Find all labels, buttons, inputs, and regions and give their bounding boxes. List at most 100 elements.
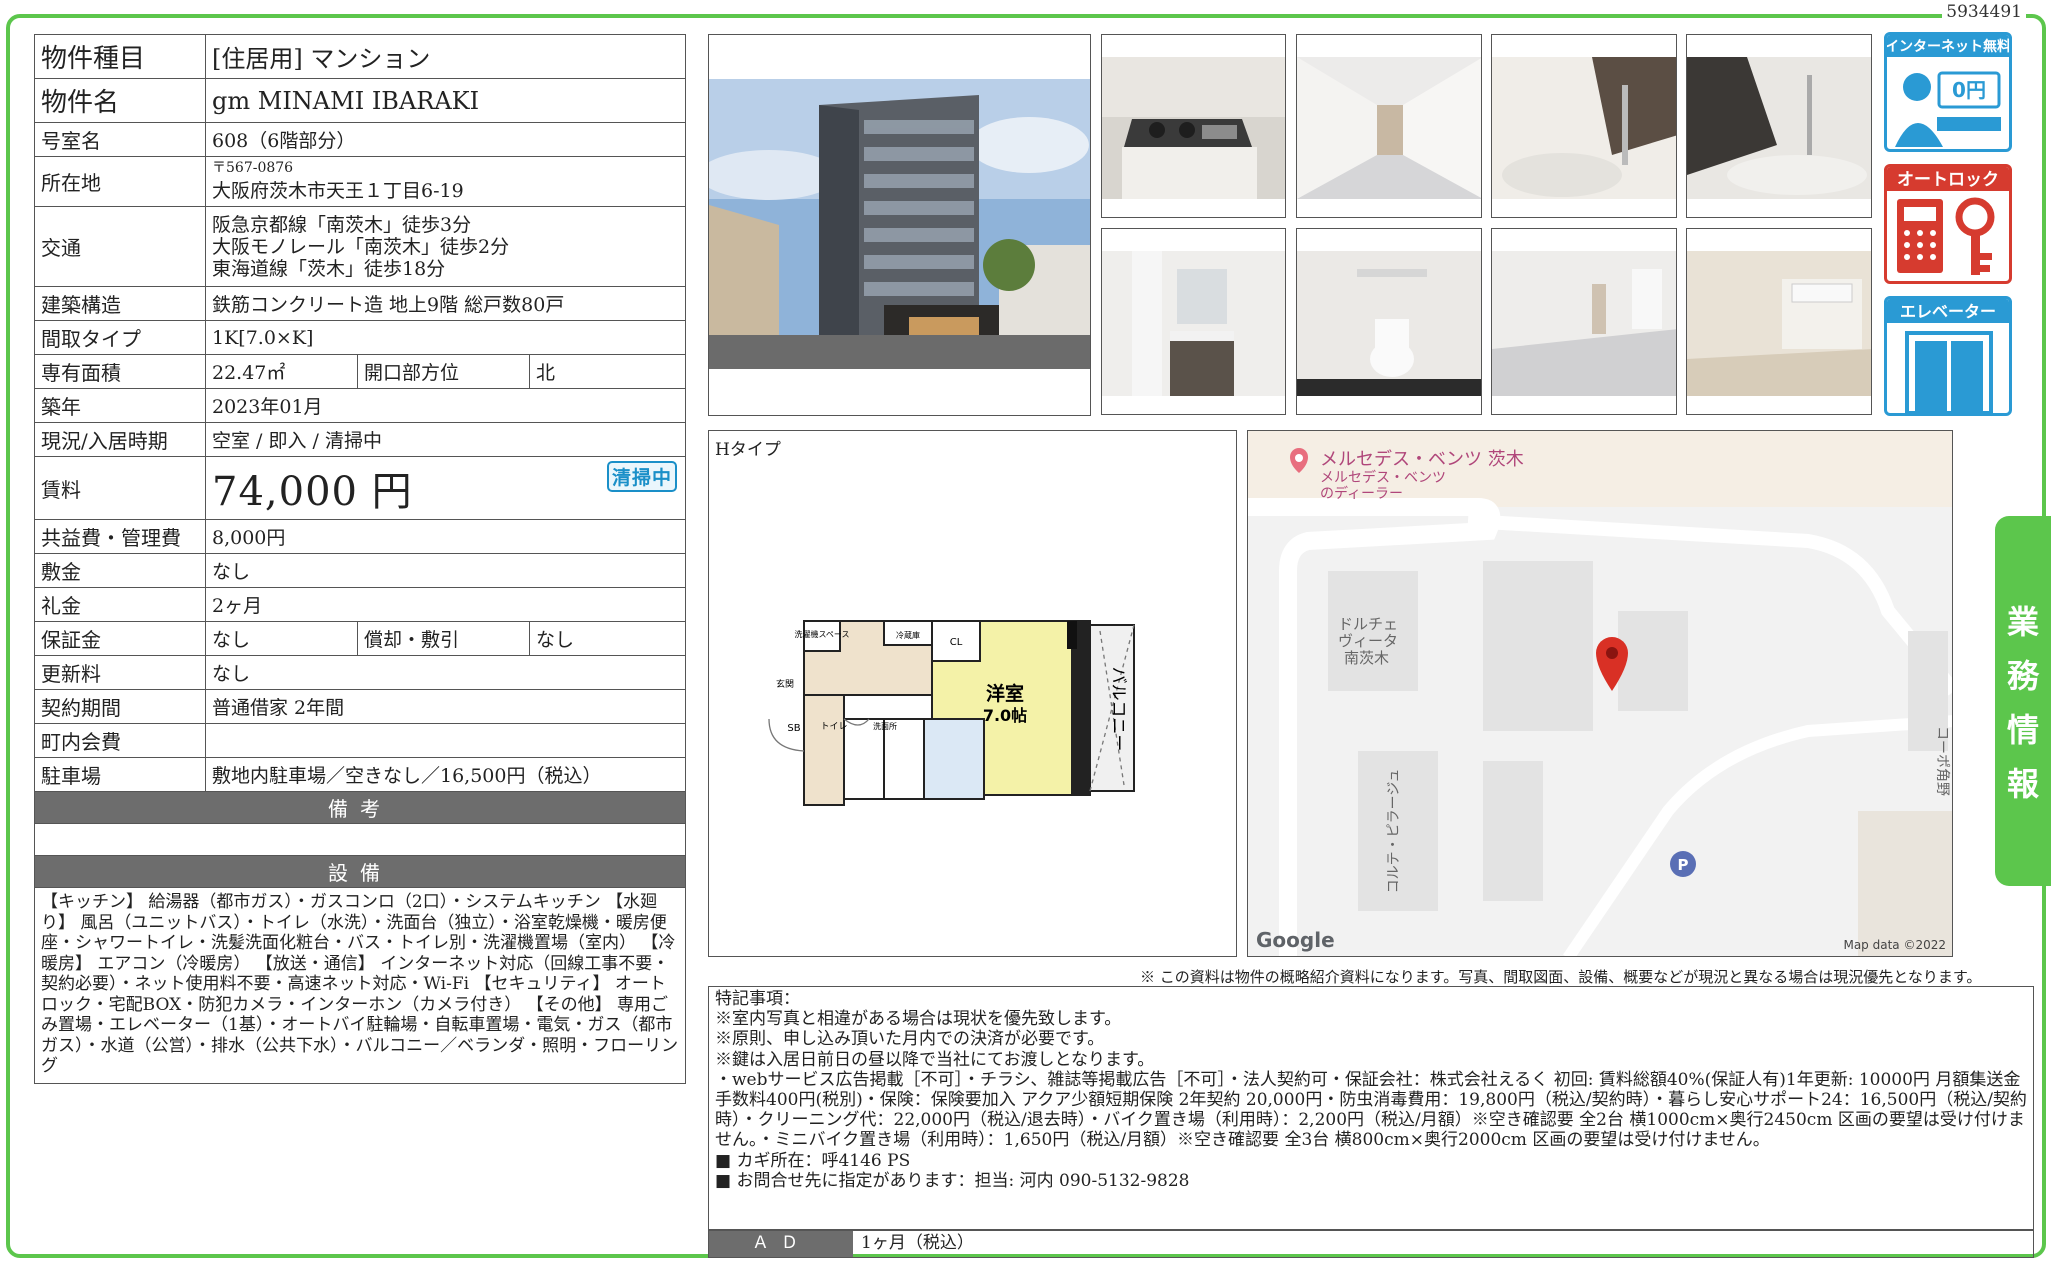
internet-free-price: 0円 xyxy=(1952,78,1986,102)
floor-plan-room-size: 7.0帖 xyxy=(983,706,1027,725)
map-bldg1-line2: ヴィータ xyxy=(1338,632,1398,650)
svg-text:P: P xyxy=(1678,856,1689,874)
value-structure: 鉄筋コンクリート造 地上9階 総戸数80戸 xyxy=(205,286,686,321)
kitchen-image xyxy=(1102,35,1285,217)
value-opening-direction: 北 xyxy=(529,354,686,389)
label-property-name: 物件名 xyxy=(34,78,206,123)
room-window-image xyxy=(1687,229,1871,414)
value-address: 〒567-0876 大阪府茨木市天王１丁目6-19 xyxy=(205,156,686,207)
floor-plan-toilet-label: トイレ xyxy=(820,722,847,732)
remarks-body xyxy=(34,823,686,856)
map-attribution: Map data ©2022 xyxy=(1843,938,1946,952)
value-deposit: なし xyxy=(205,553,686,588)
hallway-image xyxy=(1297,35,1481,217)
floor-plan-drawing: 洋室 7.0帖 バルコニー 洗濯機スペース 冷蔵庫 CL 玄関 SB トイレ 洗… xyxy=(768,620,1135,806)
label-area: 専有面積 xyxy=(34,354,206,389)
elevator-graphic: エレベーター xyxy=(1887,299,2009,413)
value-status: 空室 / 即入 / 清掃中 xyxy=(205,422,686,457)
rent-amount: 74,000 円 xyxy=(212,469,413,515)
map-poi-dealer-sub2: のディーラー xyxy=(1320,485,1403,502)
map-bldg2-label: コルテ・ピラージュ xyxy=(1386,769,1402,894)
label-structure: 建築構造 xyxy=(34,286,206,321)
value-community-fee xyxy=(205,723,686,758)
label-contract: 契約期間 xyxy=(34,689,206,724)
notes-line: ※原則、申し込み頂いた月内での決済が必要です。 xyxy=(715,1029,1105,1050)
internet-free-icon: インターネット無料 0円 xyxy=(1884,32,2012,152)
value-rent: 74,000 円 清掃中 xyxy=(205,456,686,520)
map-poi-dealer-sub1: メルセデス・ベンツ xyxy=(1320,469,1446,486)
notes-line: ■ カギ所在：呼4146 PS xyxy=(715,1150,911,1171)
value-key-money: 2ヶ月 xyxy=(205,587,686,622)
value-room-no: 608（6階部分） xyxy=(205,122,686,157)
value-parking: 敷地内駐車場／空きなし／16,500円（税込） xyxy=(205,757,686,792)
map-google-logo: Google xyxy=(1256,928,1335,952)
bathroom-image xyxy=(1492,35,1676,217)
value-common-fee: 8,000円 xyxy=(205,519,686,554)
address-text: 大阪府茨木市天王１丁目6-19 xyxy=(212,179,464,202)
value-property-name: gm MINAMI IBARAKI xyxy=(205,78,686,123)
label-layout: 間取タイプ xyxy=(34,320,206,355)
value-renewal: なし xyxy=(205,655,686,690)
internet-free-graphic: インターネット無料 0円 xyxy=(1887,35,2009,147)
washroom-image xyxy=(1102,229,1285,414)
value-layout: 1K[7.0×K] xyxy=(205,320,686,355)
map-poi-dealer: メルセデス・ベンツ 茨木 xyxy=(1320,449,1524,470)
notes-line: ■ お問合せ先に指定があります：担当: 河内 090-5132-9828 xyxy=(715,1170,1190,1191)
value-built: 2023年01月 xyxy=(205,388,686,423)
value-area: 22.47㎡ xyxy=(205,354,358,389)
notes-line: ・webサービス広告掲載［不可］・チラシ、雑誌等掲載広告［不可］・法人契約可・保… xyxy=(715,1069,2027,1151)
property-spec-table: 物件種目 [住居用] マンション 物件名 gm MINAMI IBARAKI 号… xyxy=(34,34,686,1084)
value-amortization: なし xyxy=(529,621,686,656)
floor-plan-balcony-label: バルコニー xyxy=(1108,667,1128,752)
label-renewal: 更新料 xyxy=(34,655,206,690)
side-tab-char: 業 xyxy=(2006,603,2039,641)
label-status: 現況/入居時期 xyxy=(34,422,206,457)
kitchen-photo xyxy=(1101,34,1286,218)
map-drawing: メルセデス・ベンツ 茨木 メルセデス・ベンツ のディーラー ドルチェ ヴィータ … xyxy=(1248,431,1952,956)
label-room-no: 号室名 xyxy=(34,122,206,157)
floor-plan-entrance-label: 玄関 xyxy=(776,678,794,690)
label-property-type: 物件種目 xyxy=(34,34,206,79)
label-amortization: 償却・敷引 xyxy=(357,621,530,656)
toilet-photo xyxy=(1296,228,1482,415)
bathroom-2-photo xyxy=(1686,34,1872,218)
label-community-fee: 町内会費 xyxy=(34,723,206,758)
living-room-image xyxy=(1492,229,1676,414)
location-map: メルセデス・ベンツ 茨木 メルセデス・ベンツ のディーラー ドルチェ ヴィータ … xyxy=(1247,430,1953,957)
zip-code: 〒567-0876 xyxy=(212,159,294,176)
access-line: 阪急京都線「南茨木」徒歩3分 xyxy=(212,213,472,236)
floor-plan-laundry-label: 洗濯機スペース xyxy=(794,629,849,639)
floor-plan: Hタイプ 洋室 7.0帖 バルコニー 洗濯機スペース 冷蔵庫 CL 玄関 SB … xyxy=(708,430,1237,957)
value-guarantee: なし xyxy=(205,621,358,656)
map-bldg1-line3: 南茨木 xyxy=(1344,649,1389,667)
equipment-list: 【キッチン】 給湯器（都市ガス）・ガスコンロ（2口）・システムキッチン 【水廻り… xyxy=(34,887,686,1084)
ad-label: ＡＤ xyxy=(709,1231,853,1257)
hallway-photo xyxy=(1296,34,1482,218)
floor-plan-room-label: 洋室 xyxy=(986,682,1024,705)
bathroom-2-image xyxy=(1687,35,1871,217)
notes-line: ※鍵は入居日前日の昼以降で当社にてお渡しとなります。 xyxy=(715,1049,1155,1070)
autolock-graphic: オートロック xyxy=(1887,167,2009,275)
map-bldg1-line1: ドルチェ xyxy=(1338,615,1398,633)
ad-row: ＡＤ 1ヶ月（税込） xyxy=(708,1230,2034,1258)
side-tab-char: 報 xyxy=(2006,765,2039,803)
floor-plan-washroom-label: 洗面所 xyxy=(873,721,897,731)
value-property-type: [住居用] マンション xyxy=(205,34,686,79)
business-info-tab[interactable]: 業 務 情 報 xyxy=(1995,516,2051,886)
label-deposit: 敷金 xyxy=(34,553,206,588)
internet-free-title: インターネット無料 xyxy=(1887,38,2009,55)
map-bldg3-label: コーポ角野 xyxy=(1934,726,1950,796)
elevator-icon: エレベーター xyxy=(1884,296,2012,416)
floor-plan-closet-label: CL xyxy=(950,637,963,648)
autolock-title: オートロック xyxy=(1897,170,1999,190)
document-id: 5934491 xyxy=(1942,2,2026,22)
autolock-icon: オートロック xyxy=(1884,164,2012,284)
side-tab-char: 情 xyxy=(2006,711,2039,749)
value-access: 阪急京都線「南茨木」徒歩3分 大阪モノレール「南茨木」徒歩2分 東海道線「茨木」… xyxy=(205,206,686,287)
label-common-fee: 共益費・管理費 xyxy=(34,519,206,554)
floor-plan-shoebox-label: SB xyxy=(787,723,800,734)
label-access: 交通 xyxy=(34,206,206,287)
label-key-money: 礼金 xyxy=(34,587,206,622)
label-opening-direction: 開口部方位 xyxy=(357,354,530,389)
disclaimer: ※ この資料は物件の概略紹介資料になります。写真、間取図面、設備、概要などが現況… xyxy=(1140,968,1982,986)
